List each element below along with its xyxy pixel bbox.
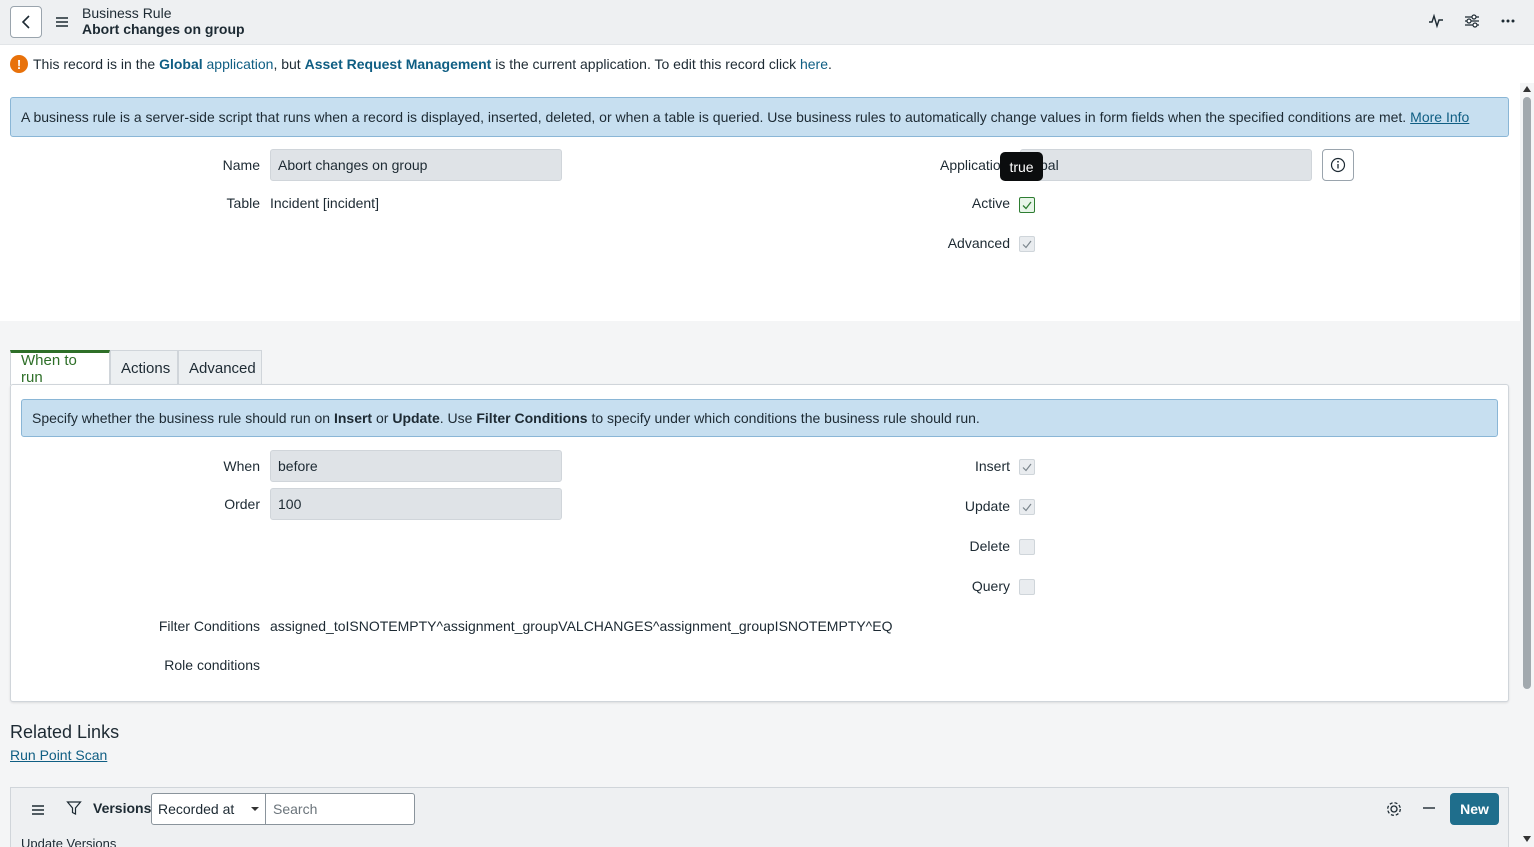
application-info-button[interactable] (1322, 149, 1354, 181)
menu-icon[interactable] (55, 13, 69, 31)
application-link[interactable]: application (207, 56, 274, 72)
page-title: Business Rule Abort changes on group (82, 5, 245, 37)
application-field[interactable]: bal (1020, 149, 1312, 181)
name-label: Name (222, 157, 260, 173)
role-conditions-label: Role conditions (164, 657, 260, 673)
advanced-checkbox[interactable] (1019, 236, 1035, 252)
chevron-left-icon (21, 15, 30, 29)
scroll-up-arrow-icon[interactable] (1523, 86, 1531, 92)
delete-label: Delete (969, 538, 1010, 554)
chevron-down-icon (251, 807, 259, 811)
new-button[interactable]: New (1450, 793, 1499, 825)
when-field[interactable]: before (270, 450, 562, 482)
when-to-run-info-box: Specify whether the business rule should… (21, 399, 1498, 437)
business-rule-info-box: A business rule is a server-side script … (10, 97, 1509, 137)
warning-icon: ! (10, 55, 28, 73)
update-versions-title: Update Versions (21, 836, 117, 847)
gear-icon[interactable] (1385, 800, 1403, 818)
checkmark-icon (1022, 240, 1032, 248)
search-field-value: Recorded at (158, 801, 235, 817)
checkmark-icon (1022, 201, 1032, 209)
tab-when-to-run[interactable]: When to run (10, 350, 110, 386)
tooltip: true (1000, 152, 1043, 181)
more-options-icon[interactable] (1500, 12, 1516, 30)
form-header: Business Rule Abort changes on group (0, 0, 1534, 45)
versions-label: Versions (93, 800, 152, 816)
order-label: Order (224, 496, 260, 512)
order-field[interactable]: 100 (270, 488, 562, 520)
insert-checkbox[interactable] (1019, 459, 1035, 475)
advanced-label: Advanced (947, 235, 1010, 251)
record-type: Business Rule (82, 5, 172, 21)
search-input[interactable] (266, 793, 415, 825)
current-app-link[interactable]: Asset Request Management (305, 56, 492, 72)
name-field[interactable]: Abort changes on group (270, 149, 562, 181)
tab-actions[interactable]: Actions (110, 350, 178, 385)
settings-sliders-icon[interactable] (1464, 12, 1480, 30)
activity-icon[interactable] (1428, 12, 1444, 30)
insert-label: Insert (974, 458, 1010, 474)
collapse-icon[interactable] (1421, 800, 1437, 818)
record-name: Abort changes on group (82, 21, 245, 37)
search-field-select[interactable]: Recorded at (151, 793, 266, 825)
delete-checkbox[interactable] (1019, 539, 1035, 555)
checkmark-icon (1022, 463, 1032, 471)
active-checkbox[interactable] (1019, 197, 1035, 213)
filter-icon[interactable] (66, 800, 82, 818)
active-label: Active (971, 195, 1010, 211)
filter-conditions-label: Filter Conditions (158, 618, 260, 634)
update-checkbox[interactable] (1019, 499, 1035, 515)
versions-list-bar: Versions Recorded at New Update Versions (10, 787, 1509, 847)
table-value: Incident [incident] (270, 195, 379, 211)
related-links-title: Related Links (10, 722, 120, 742)
global-link[interactable]: Global (159, 56, 203, 72)
run-point-scan-link[interactable]: Run Point Scan (10, 747, 107, 763)
back-button[interactable] (10, 6, 42, 38)
edit-here-link[interactable]: here (800, 56, 828, 72)
checkmark-icon (1022, 503, 1032, 511)
scrollbar[interactable] (1520, 83, 1534, 847)
when-label: When (223, 458, 260, 474)
query-label: Query (971, 578, 1010, 594)
info-icon (1330, 157, 1346, 173)
application-notice: ! This record is in the Global applicati… (10, 54, 832, 74)
update-label: Update (964, 498, 1010, 514)
table-label: Table (226, 195, 260, 211)
tab-advanced[interactable]: Advanced (178, 350, 262, 385)
query-checkbox[interactable] (1019, 579, 1035, 595)
application-label: Applicatio (940, 157, 1001, 173)
more-info-link[interactable]: More Info (1410, 109, 1469, 125)
filter-conditions-value: assigned_toISNOTEMPTY^assignment_groupVA… (270, 618, 893, 634)
scrollbar-thumb[interactable] (1523, 97, 1531, 689)
list-menu-icon[interactable] (31, 801, 45, 819)
scroll-down-arrow-icon[interactable] (1523, 836, 1531, 842)
